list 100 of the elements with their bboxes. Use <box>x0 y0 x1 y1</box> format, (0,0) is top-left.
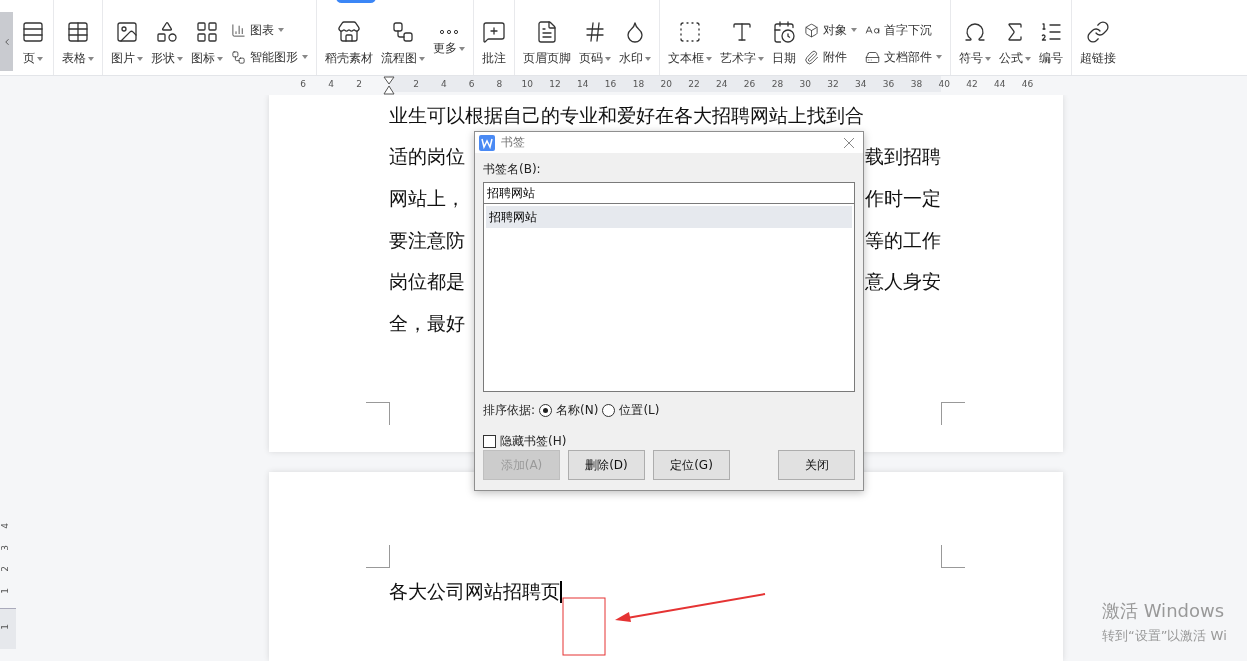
ruler-number: 2 <box>0 566 10 573</box>
caret-icon <box>37 56 43 61</box>
checkbox[interactable] <box>483 435 496 448</box>
field-label: 书签名(B): <box>483 161 542 178</box>
toolbar-button[interactable]: 水印 <box>616 20 654 67</box>
margin-mark <box>366 545 390 569</box>
sort-label: 排序依据: <box>483 402 536 419</box>
ruler-number: 22 <box>688 79 700 89</box>
icons-grid-icon <box>195 20 219 44</box>
toolbar-button[interactable]: 页 <box>18 20 48 67</box>
caret-icon <box>645 56 651 61</box>
activation-title: 激活 Windows <box>1102 599 1226 623</box>
paragraph-text: 网站上， <box>389 186 465 211</box>
bar-chart-icon <box>231 22 246 38</box>
bookmark-item[interactable]: 招聘网站 <box>486 206 852 228</box>
ruler-number: 42 <box>966 79 978 89</box>
toolbar-button[interactable]: 符号 <box>956 20 994 67</box>
toolbar-button[interactable]: 流程图 <box>378 20 428 67</box>
caret-icon <box>851 28 857 32</box>
ruler-number: 34 <box>855 79 867 89</box>
paragraph-text: 各大公司网站招聘页 <box>389 579 560 605</box>
bookmark-name-field[interactable]: 招聘网站 <box>483 182 855 204</box>
toolbar-button[interactable]: 公式 <box>996 20 1034 67</box>
paragraph-text: 意人身安 <box>865 269 941 295</box>
caret-icon <box>936 55 942 59</box>
paragraph-text: 要注意防 <box>389 227 465 253</box>
caret-icon <box>88 56 94 61</box>
toolbar-button[interactable]: 超链接 <box>1077 20 1119 67</box>
arrow-icon <box>613 592 767 624</box>
paperclip-icon <box>804 49 819 65</box>
ruler-number: 40 <box>938 79 950 89</box>
flowchart-icon <box>231 49 246 65</box>
checkbox-label[interactable]: 隐藏书签(H) <box>500 433 567 450</box>
toolbar-button[interactable]: 对象 <box>804 21 857 39</box>
caret-icon <box>758 56 764 61</box>
omega-icon <box>963 20 987 44</box>
ruler-number: 6 <box>468 79 475 89</box>
caret-icon <box>177 56 183 61</box>
ruler-number: 6 <box>300 79 306 89</box>
highlight-frame <box>562 597 606 656</box>
ruler-number: 30 <box>799 79 811 89</box>
toolbar-button[interactable]: 更多 <box>430 30 468 57</box>
toolbar-button[interactable]: 图标 <box>188 20 226 67</box>
caret-icon <box>706 56 712 61</box>
radio-button[interactable] <box>539 404 553 417</box>
margin-mark <box>941 545 965 569</box>
toolbar-button[interactable]: 艺术字 <box>717 20 767 67</box>
radio-label[interactable]: 名称(N) <box>556 402 599 419</box>
close-icon[interactable] <box>843 136 855 149</box>
paragraph-text: 载到招聘 <box>865 144 941 170</box>
caret-icon <box>459 46 465 51</box>
numbered-list-icon <box>1039 20 1063 44</box>
toolbar-button[interactable]: 编号 <box>1036 20 1066 67</box>
ruler-number: 46 <box>1021 79 1034 89</box>
flowchart-icon <box>391 20 415 44</box>
ruler-number: 1 <box>0 624 10 630</box>
ruler-number: 1 <box>0 588 10 594</box>
document-icon <box>535 20 559 44</box>
toolbar-button[interactable]: 稻壳素材 <box>322 20 376 67</box>
drive-icon <box>865 49 880 65</box>
toolbar-button[interactable]: 页码 <box>576 20 614 67</box>
ruler-number: 12 <box>549 79 561 89</box>
caret-icon <box>419 56 425 61</box>
paragraph-text: 等的工作 <box>865 227 941 253</box>
toolbar-button[interactable]: 表格 <box>59 20 97 67</box>
ruler-number: 16 <box>604 79 617 89</box>
ruler-number: 8 <box>496 79 503 89</box>
toolbar-button[interactable]: 图片 <box>108 20 146 67</box>
toolbar-button[interactable]: 批注 <box>479 20 509 67</box>
toolbar-button[interactable]: 首字下沉 <box>865 21 942 39</box>
more-icon <box>440 30 458 34</box>
caret-icon <box>278 28 284 32</box>
toolbar-button[interactable]: 智能图形 <box>231 48 308 66</box>
toolbar-button[interactable]: 文本框 <box>665 20 715 67</box>
dialog-button[interactable]: 关闭 <box>778 450 855 480</box>
paragraph-text: 适的岗位 <box>389 144 465 170</box>
toolbar-button[interactable]: 图表 <box>231 21 308 39</box>
dialog-button[interactable]: 删除(D) <box>568 450 645 480</box>
caret-icon <box>605 56 611 61</box>
comment-icon <box>482 20 506 44</box>
calendar-icon <box>772 20 796 44</box>
ruler-number: 38 <box>910 79 923 89</box>
ruler-number: 26 <box>743 79 756 89</box>
ruler-number: 32 <box>827 79 839 89</box>
radio-button[interactable] <box>602 404 616 417</box>
radio-label[interactable]: 位置(L) <box>619 402 660 419</box>
toolbar-button[interactable]: 文档部件 <box>865 48 942 66</box>
caret-icon <box>1025 56 1031 61</box>
text-cursor <box>560 581 562 604</box>
toolbar-button[interactable]: 页眉页脚 <box>520 20 574 67</box>
toolbar-button[interactable]: 形状 <box>148 20 186 67</box>
margin-mark <box>366 402 390 425</box>
toolbar-button[interactable]: 日期 <box>769 20 799 67</box>
dialog-title: 书签 <box>501 134 525 151</box>
link-icon <box>1086 20 1110 44</box>
indent-marker-icon[interactable] <box>383 76 395 95</box>
caret-icon <box>985 56 991 61</box>
dialog-button[interactable]: 定位(G) <box>653 450 730 480</box>
toolbar-button[interactable]: 附件 <box>804 48 857 66</box>
caret-icon <box>137 56 143 61</box>
